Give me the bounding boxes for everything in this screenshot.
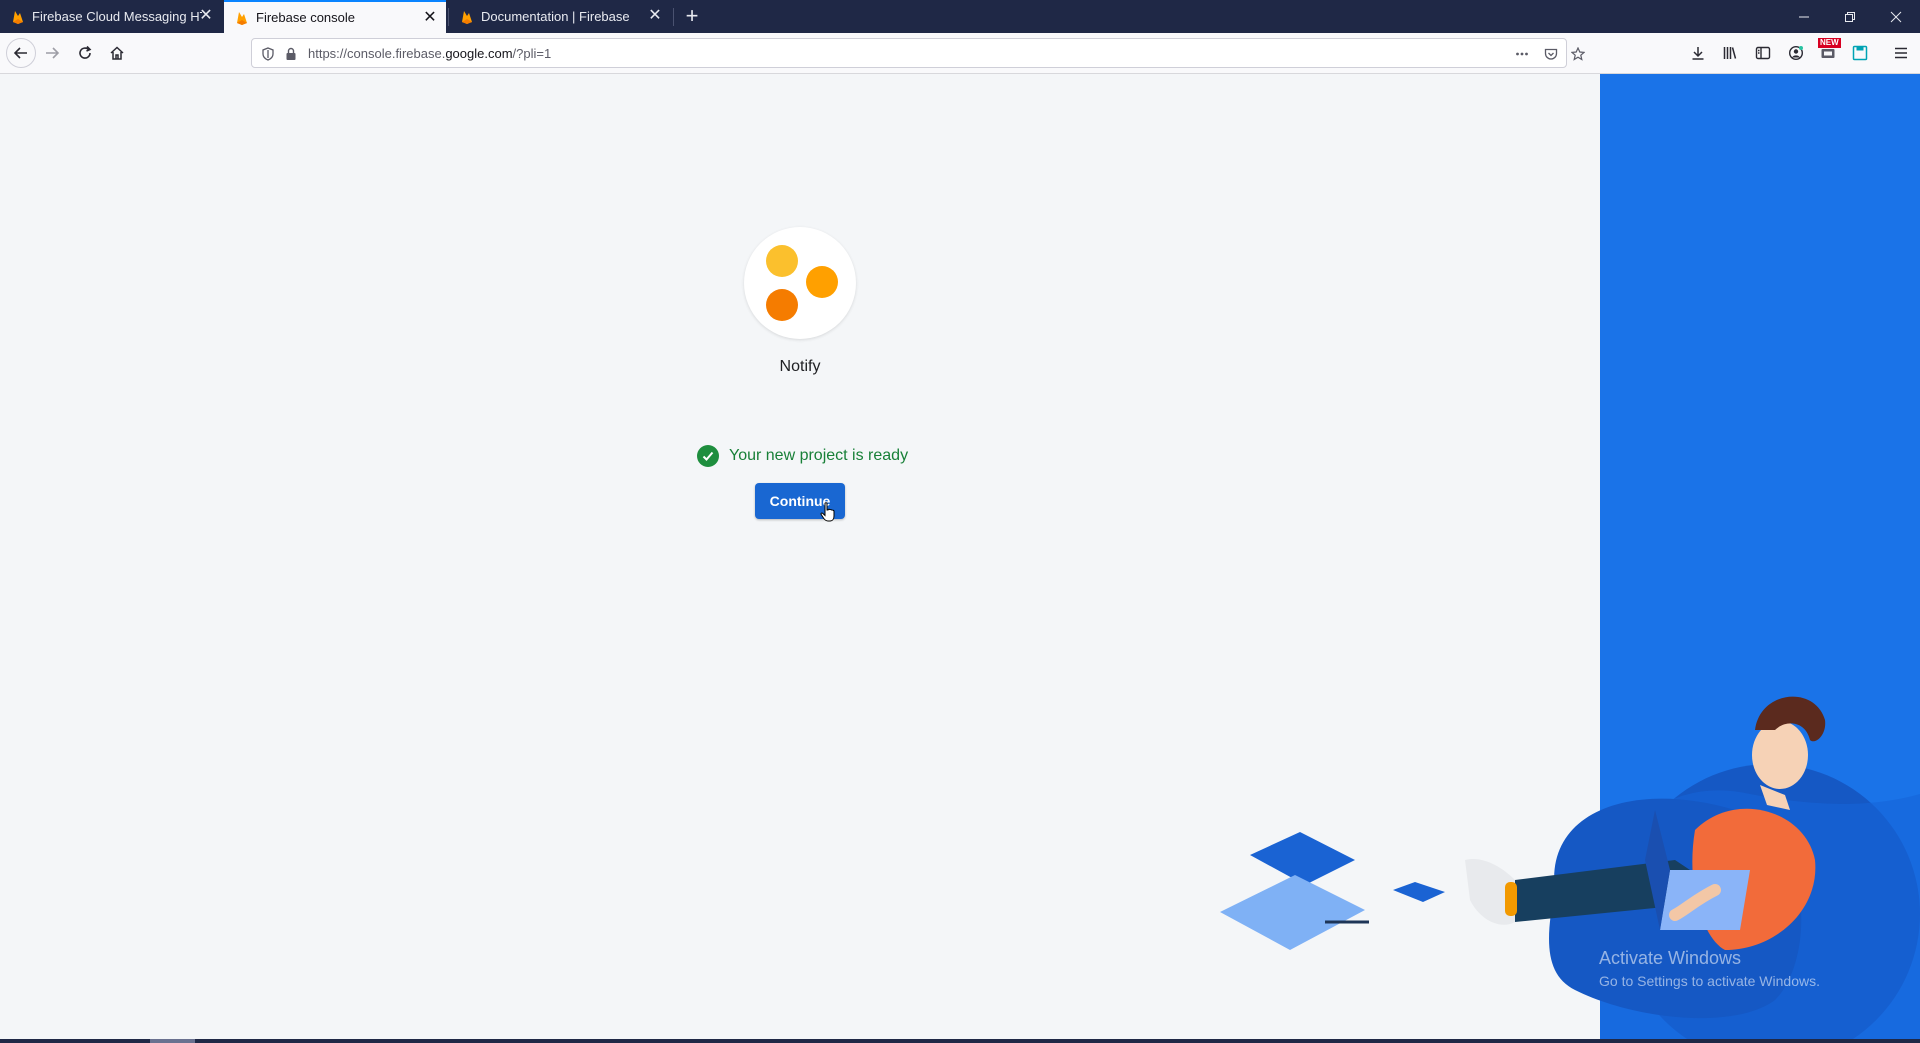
hand-cursor-icon [820, 502, 835, 522]
home-icon [110, 46, 124, 60]
sidebar-button[interactable] [1749, 39, 1777, 67]
account-icon [1788, 45, 1804, 61]
download-icon [1692, 47, 1704, 60]
close-icon[interactable]: ✕ [647, 8, 663, 24]
project-logo [744, 227, 856, 339]
extension-button[interactable]: NEW [1814, 38, 1842, 67]
save-icon [1852, 45, 1868, 61]
restore-button[interactable] [1827, 0, 1873, 33]
menu-button[interactable] [1887, 39, 1915, 67]
scrollbar-thumb[interactable] [150, 1039, 195, 1043]
save-button[interactable] [1846, 39, 1874, 67]
status-text: Your new project is ready [729, 447, 909, 464]
url-domain: google.com [445, 46, 513, 61]
tab-title: Firebase Cloud Messaging HTTP [32, 9, 202, 24]
star-icon[interactable] [1570, 46, 1586, 62]
url-text: https://console.firebase.google.com/?pli… [308, 46, 551, 61]
check-circle-icon [697, 445, 719, 467]
close-window-button[interactable] [1873, 0, 1919, 33]
windows-activation-watermark: Activate Windows Go to Settings to activ… [1599, 948, 1820, 989]
close-icon[interactable]: ✕ [422, 10, 438, 26]
minimize-icon [1799, 16, 1809, 17]
extension-new-badge: NEW [1818, 38, 1841, 48]
logo-dot-dark-orange [766, 289, 798, 321]
library-icon [1723, 47, 1737, 59]
navigation-toolbar: https://console.firebase.google.com/?pli… [0, 33, 1920, 74]
library-button[interactable] [1716, 39, 1744, 67]
firebase-flame-icon [237, 11, 247, 25]
url-bar[interactable]: https://console.firebase.google.com/?pli… [251, 38, 1585, 68]
url-prefix: https://console.firebase. [308, 46, 446, 61]
arrow-left-icon [13, 47, 27, 59]
close-icon[interactable]: ✕ [198, 8, 214, 24]
shield-icon[interactable] [260, 46, 276, 62]
account-button[interactable] [1782, 39, 1810, 67]
tab-separator [673, 8, 674, 26]
back-button[interactable] [6, 38, 36, 68]
tab-documentation[interactable]: Documentation | Firebase ✕ [449, 0, 671, 33]
hamburger-menu-icon [1895, 47, 1907, 59]
sidebar-icon [1755, 46, 1771, 60]
plus-icon[interactable]: + [681, 5, 703, 27]
url-path: /?pli=1 [512, 46, 552, 61]
tab-strip: Firebase Cloud Messaging HTTP ✕ Firebase… [0, 0, 1920, 33]
reload-button[interactable] [71, 39, 99, 67]
restore-icon [1845, 11, 1855, 22]
project-name: Notify [779, 358, 821, 375]
minimize-button[interactable] [1781, 0, 1827, 33]
tab-fcm-http[interactable]: Firebase Cloud Messaging HTTP ✕ [0, 0, 222, 33]
arrow-right-icon [46, 47, 60, 59]
logo-dot-orange [806, 266, 838, 298]
tab-firebase-console[interactable]: Firebase console ✕ [224, 0, 446, 33]
logo-dot-yellow [766, 245, 798, 277]
lock-icon[interactable] [283, 46, 299, 62]
project-ready-status: Your new project is ready [697, 444, 908, 468]
firebase-flame-icon [462, 10, 472, 24]
watermark-title: Activate Windows [1599, 948, 1742, 968]
downloads-button[interactable] [1684, 39, 1712, 67]
firebase-flame-icon [13, 10, 23, 24]
watermark-subtitle: Go to Settings to activate Windows. [1599, 973, 1820, 989]
close-icon [1890, 11, 1902, 22]
home-button[interactable] [103, 39, 131, 67]
tab-title: Documentation | Firebase [481, 9, 630, 24]
tab-title: Firebase console [256, 10, 355, 25]
horizontal-scrollbar[interactable] [0, 1039, 1920, 1043]
pocket-icon[interactable] [1543, 46, 1559, 62]
reload-icon [79, 45, 92, 59]
more-dots-icon[interactable] [1514, 46, 1530, 62]
forward-button[interactable] [38, 39, 66, 67]
page-content: Notify Your new project is ready Continu… [0, 74, 1920, 1043]
